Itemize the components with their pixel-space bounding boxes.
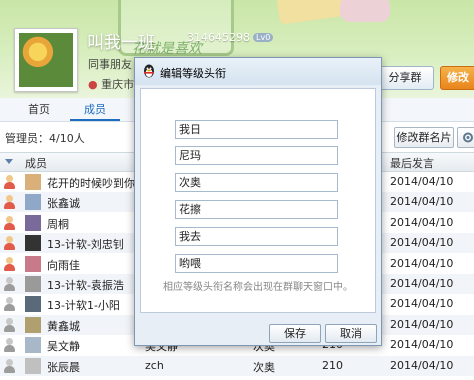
level-title-input-2[interactable]: 尼玛 <box>175 146 338 165</box>
member-avatar[interactable] <box>25 235 41 252</box>
member-name: 向雨佳 <box>47 258 80 272</box>
member-last-speak: 2014/04/10 <box>390 256 454 270</box>
member-avatar[interactable] <box>25 194 41 211</box>
member-name: 周桐 <box>47 217 69 231</box>
member-status-icon <box>3 317 16 332</box>
share-group-button[interactable]: 分享群 <box>376 66 434 90</box>
group-avatar[interactable] <box>14 28 78 92</box>
member-status-icon <box>3 358 16 373</box>
dialog-body: 我日 尼玛 次奥 花擦 我去 哟喂 相应等级头衔名称会出现在群聊天窗口中。 <box>140 88 376 313</box>
tab-home[interactable]: 首页 <box>14 98 64 121</box>
admin-count: 管理员：4/10人 <box>5 132 85 145</box>
edit-group-card-button[interactable]: 修改群名片 <box>394 127 454 148</box>
gear-icon <box>463 132 473 143</box>
dialog-titlebar[interactable]: 编辑等级头衔 <box>135 58 381 85</box>
member-status-icon <box>3 256 16 271</box>
member-avatar[interactable] <box>25 214 41 231</box>
member-avatar[interactable] <box>25 255 41 272</box>
member-last-speak: 2014/04/10 <box>390 338 454 352</box>
member-status-icon <box>3 338 16 353</box>
member-name: 13-计软-刘忠钊 <box>47 238 124 252</box>
member-last-speak: 2014/04/10 <box>390 317 454 331</box>
member-name: 花开的时候吵到你... <box>47 177 146 190</box>
save-button[interactable]: 保存 <box>269 324 321 343</box>
location-pin-icon: ● <box>88 78 98 91</box>
member-avatar[interactable] <box>25 174 41 190</box>
group-id: 314645298 <box>187 31 250 44</box>
edit-group-label: 修改 <box>447 71 469 84</box>
member-avatar[interactable] <box>25 276 41 292</box>
member-last-speak: 2014/04/10 <box>390 215 454 229</box>
cancel-button[interactable]: 取消 <box>325 324 377 343</box>
level-title-input-5[interactable]: 我去 <box>175 227 338 246</box>
member-status-icon <box>3 175 16 189</box>
share-group-label: 分享群 <box>388 71 422 84</box>
member-name: 13-计软1-小阳 <box>47 299 120 313</box>
col-member[interactable]: 成员 <box>25 155 47 171</box>
member-card: zch <box>145 358 164 372</box>
tab-members[interactable]: 成员 <box>70 98 120 121</box>
banner-decoration <box>276 0 350 25</box>
member-status-icon <box>3 277 16 291</box>
member-avatar[interactable] <box>25 316 41 333</box>
group-level-badge: Lv0 <box>253 33 274 42</box>
dialog-title: 编辑等级头衔 <box>160 67 226 80</box>
banner-decoration <box>340 0 390 22</box>
member-avatar[interactable] <box>25 296 41 313</box>
table-row[interactable]: 张辰晨 zch 次奥 210 2014/04/10 <box>0 355 474 376</box>
member-avatar[interactable] <box>25 337 41 354</box>
dialog-hint: 相应等级头衔名称会出现在群聊天窗口中。 <box>163 282 353 293</box>
settings-button[interactable] <box>457 127 474 148</box>
level-title-input-6[interactable]: 哟喂 <box>175 254 338 273</box>
edit-group-card-label: 修改群名片 <box>396 131 452 144</box>
edit-group-button[interactable]: 修改 <box>440 66 474 90</box>
level-title-input-4[interactable]: 花擦 <box>175 200 338 219</box>
member-status-icon <box>3 236 16 251</box>
member-last-speak: 2014/04/10 <box>390 175 454 188</box>
member-name: 黄鑫城 <box>47 319 80 333</box>
qq-penguin-icon <box>144 64 154 78</box>
member-name: 吴文静 <box>47 340 80 354</box>
sort-arrow-icon[interactable] <box>5 159 13 164</box>
member-name: 张辰晨 <box>47 360 80 374</box>
member-points: 210 <box>322 358 343 372</box>
member-level-title: 次奥 <box>253 360 275 374</box>
member-last-speak: 2014/04/10 <box>390 236 454 250</box>
member-status-icon <box>3 215 16 230</box>
member-avatar[interactable] <box>25 357 41 374</box>
col-last-speak[interactable]: 最后发言 <box>390 155 434 171</box>
edit-level-title-dialog: 编辑等级头衔 我日 尼玛 次奥 花擦 我去 哟喂 相应等级头衔名称会出现在群聊天… <box>134 57 382 346</box>
group-category: 同事朋友 <box>88 58 132 71</box>
member-name: 13-计软-袁振浩 <box>47 279 124 292</box>
group-avatar-image <box>19 33 73 87</box>
group-name: 叫我一班 <box>87 33 155 53</box>
member-last-speak: 2014/04/10 <box>390 297 454 311</box>
member-last-speak: 2014/04/10 <box>390 277 454 290</box>
member-last-speak: 2014/04/10 <box>390 195 454 209</box>
member-status-icon <box>3 297 16 312</box>
level-title-input-1[interactable]: 我日 <box>175 120 338 139</box>
member-name: 张鑫诚 <box>47 197 80 211</box>
member-status-icon <box>3 195 16 210</box>
level-title-input-3[interactable]: 次奥 <box>175 173 338 192</box>
member-last-speak: 2014/04/10 <box>390 358 454 372</box>
